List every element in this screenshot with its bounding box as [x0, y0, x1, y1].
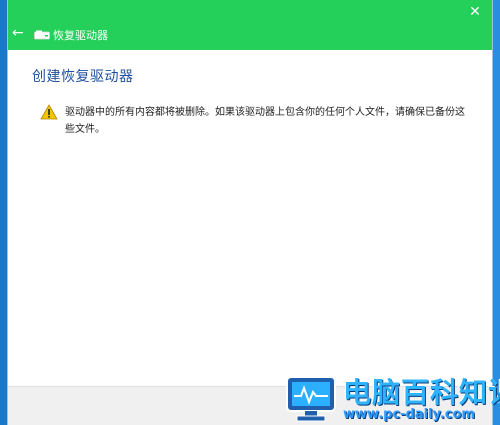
close-button[interactable]: ✕ — [468, 5, 482, 19]
watermark-url: www.pc-daily.com — [343, 407, 475, 422]
recovery-drive-dialog: ✕ ← 恢复驱动器 创建恢复驱动器 驱动器中的所有内容都将被删除。如果该驱动器上… — [7, 0, 493, 425]
desktop-background: ✕ ← 恢复驱动器 创建恢复驱动器 驱动器中的所有内容都将被删除。如果该驱动器上… — [0, 0, 500, 425]
watermark-title: 电脑百科知识 — [343, 376, 500, 409]
back-button[interactable]: ← — [12, 26, 26, 40]
drive-icon — [34, 30, 50, 40]
warning-message: 驱动器中的所有内容都将被删除。如果该驱动器上包含你的任何个人文件，请确保已备份这… — [65, 107, 465, 135]
close-icon: ✕ — [469, 4, 481, 20]
window-title: 恢复驱动器 — [53, 29, 108, 42]
page-heading: 创建恢复驱动器 — [32, 69, 134, 85]
back-arrow-icon: ← — [12, 25, 24, 41]
site-watermark: 电脑百科知识 www.pc-daily.com — [285, 369, 500, 425]
monitor-logo-icon — [286, 376, 336, 422]
title-bar: ✕ ← 恢复驱动器 — [8, 0, 492, 50]
warning-icon — [40, 104, 58, 120]
